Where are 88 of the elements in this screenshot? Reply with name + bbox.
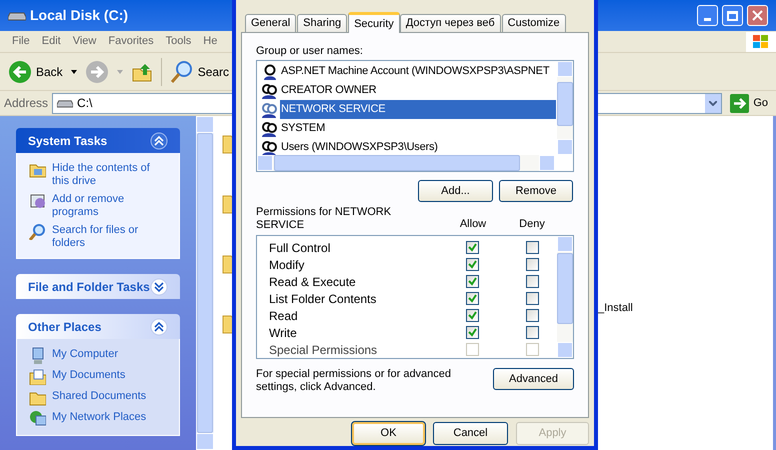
- collapse-chevron-icon[interactable]: [150, 318, 168, 336]
- search-icon: [29, 223, 46, 240]
- caret-icon: [116, 70, 123, 74]
- drive-icon: [8, 10, 26, 20]
- user-group-icon: [261, 102, 277, 118]
- collapse-chevron-icon[interactable]: [150, 132, 168, 150]
- address-label: Address: [4, 95, 48, 112]
- checkbox[interactable]: [526, 258, 538, 271]
- network-globe-icon: [29, 410, 46, 427]
- checkbox[interactable]: [466, 292, 478, 305]
- checkbox[interactable]: [526, 275, 538, 288]
- folder-label[interactable]: _Install: [598, 300, 633, 316]
- user-list-item[interactable]: NETWORK SERVICE: [280, 100, 556, 119]
- search-icon: [170, 60, 194, 84]
- permission-name: List Folder Contents: [268, 290, 378, 306]
- tab[interactable]: Security: [348, 12, 400, 33]
- menu-item[interactable]: Favorites: [108, 33, 154, 50]
- checkbox[interactable]: [526, 241, 538, 254]
- tab[interactable]: Sharing: [297, 14, 348, 32]
- user-list-item[interactable]: SYSTEM: [280, 119, 556, 138]
- tab[interactable]: Доступ через веб: [400, 14, 501, 32]
- user-list-item[interactable]: ASP.NET Machine Account (WINDOWSXPSP3\ASPNET: [280, 62, 556, 81]
- checkbox[interactable]: [466, 326, 478, 339]
- checkbox[interactable]: [466, 275, 478, 288]
- task-link[interactable]: Add or remove programs: [52, 192, 162, 219]
- task-link[interactable]: Hide the contents of this drive: [52, 161, 162, 188]
- advanced-button[interactable]: Advanced: [493, 368, 574, 390]
- expand-chevron-icon[interactable]: [150, 278, 168, 296]
- remove-button[interactable]: Remove: [499, 180, 573, 202]
- drive-icon: [57, 98, 74, 108]
- user-group-icon: [261, 140, 277, 156]
- chevron-down-icon: [709, 100, 718, 106]
- documents-folder-icon: [29, 368, 46, 385]
- column-header: Allow: [458, 216, 488, 232]
- window-title: Local Disk (C:): [30, 6, 128, 25]
- user-group-icon: [261, 82, 277, 98]
- search-button[interactable]: Searc: [170, 60, 230, 84]
- go-button[interactable]: Go: [726, 94, 772, 112]
- tab[interactable]: Customize: [502, 14, 566, 32]
- dialog-button[interactable]: Cancel: [433, 422, 508, 445]
- minimize-button[interactable]: [697, 5, 718, 26]
- menu-item[interactable]: Tools: [166, 33, 192, 50]
- add-button[interactable]: Add...: [418, 180, 493, 202]
- dropdown-button[interactable]: [705, 94, 722, 112]
- vertical-scrollbar[interactable]: [557, 61, 573, 155]
- permission-name: Full Control: [268, 240, 332, 256]
- user-icon: [261, 64, 277, 80]
- permission-name: Read: [268, 308, 299, 324]
- panel-header[interactable]: Other Places: [16, 314, 180, 339]
- close-icon: [752, 10, 763, 21]
- task-link[interactable]: Search for files or folders: [52, 223, 162, 250]
- permission-name: Modify: [268, 256, 306, 272]
- menu-item[interactable]: File: [12, 33, 30, 50]
- checkbox[interactable]: [466, 241, 478, 254]
- permission-name: Read & Execute: [268, 274, 357, 290]
- maximize-button[interactable]: [722, 5, 743, 26]
- permission-name: Write: [268, 324, 298, 340]
- permissions-label: Permissions for NETWORK SERVICE: [256, 206, 392, 232]
- task-link[interactable]: My Documents: [52, 368, 126, 382]
- close-button[interactable]: [747, 5, 768, 26]
- permission-name: Special Permissions: [268, 342, 378, 358]
- back-button[interactable]: Back: [8, 60, 63, 84]
- user-list-item[interactable]: Users (WINDOWSXPSP3\Users): [280, 138, 556, 157]
- menu-item[interactable]: View: [72, 33, 96, 50]
- tab[interactable]: General: [245, 14, 296, 32]
- vertical-scrollbar[interactable]: [557, 236, 573, 358]
- user-list-item[interactable]: CREATOR OWNER: [280, 81, 556, 100]
- checkbox[interactable]: [526, 309, 538, 322]
- scrollbar[interactable]: [196, 116, 214, 450]
- panel-header[interactable]: File and Folder Tasks: [16, 274, 180, 299]
- windows-logo-icon: [746, 32, 776, 52]
- horizontal-scrollbar[interactable]: [257, 155, 555, 171]
- checkbox[interactable]: [526, 292, 538, 305]
- task-link[interactable]: My Network Places: [52, 410, 146, 424]
- menu-item[interactable]: Edit: [42, 33, 61, 50]
- user-group-icon: [261, 120, 277, 136]
- caret-icon: [70, 70, 77, 74]
- panel-header[interactable]: System Tasks: [16, 128, 180, 153]
- dialog-button[interactable]: OK: [352, 422, 425, 445]
- task-link[interactable]: My Computer: [52, 347, 118, 361]
- task-link[interactable]: Shared Documents: [52, 389, 146, 403]
- checkbox[interactable]: [466, 309, 478, 322]
- group-label: Group or user names:: [256, 44, 364, 57]
- checkbox[interactable]: [526, 326, 538, 339]
- menu-item[interactable]: He: [203, 33, 218, 50]
- checkbox[interactable]: [466, 258, 478, 271]
- column-header: Deny: [518, 216, 546, 232]
- advanced-note: For special permissions or for advanced settings, click Advanced.: [256, 368, 452, 394]
